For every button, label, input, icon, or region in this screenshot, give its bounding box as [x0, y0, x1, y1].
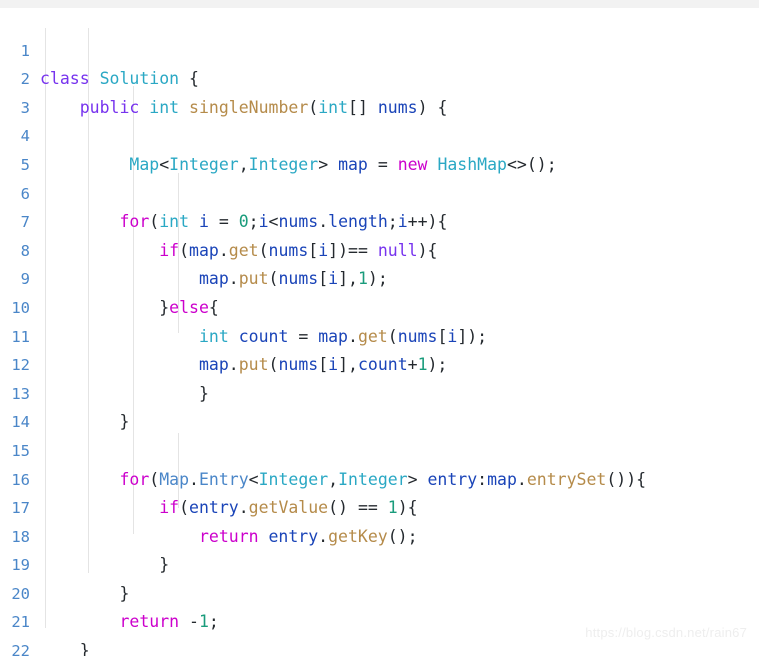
- code-line[interactable]: 16 if(entry.getValue() == 1){: [0, 437, 759, 518]
- watermark: https://blog.csdn.net/rain67: [585, 625, 747, 640]
- code-line[interactable]: 3: [0, 65, 759, 117]
- code-line[interactable]: 21 }: [0, 580, 759, 656]
- code-line[interactable]: 2 public int singleNumber(int[] nums) {: [0, 37, 759, 117]
- code-line[interactable]: 9 }else{: [0, 237, 759, 317]
- code-line[interactable]: 15 for(Map.Entry<Integer,Integer> entry:…: [0, 408, 759, 489]
- code-lines: 1 class Solution { 2 public int singleNu…: [0, 8, 759, 656]
- code-line[interactable]: 13 }: [0, 351, 759, 432]
- code-line[interactable]: 14: [0, 380, 759, 431]
- top-strip: [0, 0, 759, 8]
- code-line[interactable]: 18 }: [0, 494, 759, 575]
- code-line[interactable]: 5: [0, 122, 759, 174]
- code-line[interactable]: 7 if(map.get(nums[i])== null){: [0, 180, 759, 260]
- code-line[interactable]: 6 for(int i = 0;i<nums.length;i++){: [0, 151, 759, 232]
- code-line[interactable]: 10 int count = map.get(nums[i]);: [0, 265, 759, 346]
- code-line[interactable]: 12 }: [0, 323, 759, 403]
- code-screenshot: 1 class Solution { 2 public int singleNu…: [0, 0, 759, 656]
- code-line[interactable]: 8 map.put(nums[i],1);: [0, 208, 759, 289]
- code-line[interactable]: 11 map.put(nums[i],count+1);: [0, 294, 759, 375]
- code-line[interactable]: 17 return entry.getKey();: [0, 466, 759, 546]
- code-line[interactable]: 19 }: [0, 523, 759, 603]
- code-line[interactable]: 4 Map<Integer,Integer> map = new HashMap…: [0, 94, 759, 174]
- code-editor[interactable]: 1 class Solution { 2 public int singleNu…: [0, 8, 759, 656]
- code-line[interactable]: 20 return -1;: [0, 551, 759, 632]
- code-line[interactable]: 1 class Solution {: [0, 8, 759, 89]
